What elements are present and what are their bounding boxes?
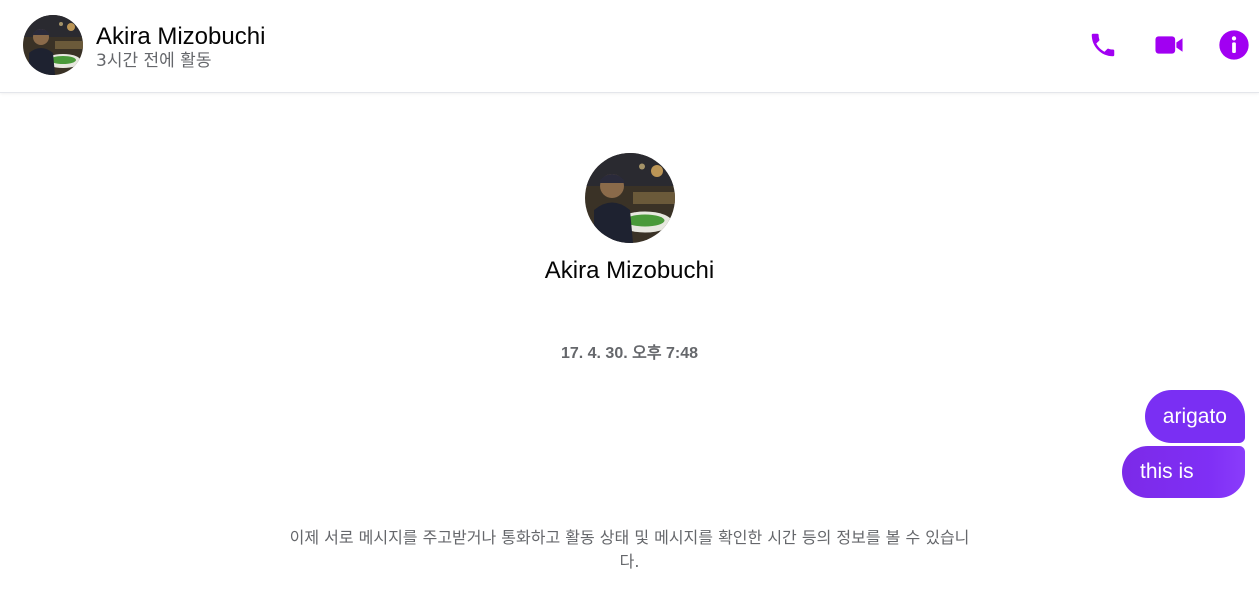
active-status: 3시간 전에 활동: [96, 51, 212, 71]
info-icon: [1219, 30, 1249, 60]
profile-photo: [585, 153, 675, 243]
profile-avatar: [585, 153, 675, 243]
connection-notice: 이제 서로 메시지를 주고받거나 통화하고 활동 상태 및 메시지를 확인한 시…: [289, 528, 970, 571]
phone-icon: [1091, 33, 1115, 57]
video-camera-icon: [1155, 36, 1183, 54]
profile-name: Akira Mizobuchi: [544, 257, 715, 284]
avatar-photo: [23, 15, 83, 75]
avatar[interactable]: [23, 15, 83, 75]
video-call-button[interactable]: [1152, 28, 1186, 62]
contact-name[interactable]: Akira Mizobuchi: [96, 22, 265, 52]
conversation-header: Akira Mizobuchi 3시간 전에 활동: [0, 0, 1259, 93]
sent-message-bubble[interactable]: this is: [1122, 446, 1245, 498]
call-button[interactable]: [1086, 28, 1120, 62]
message-timestamp: 17. 4. 30. 오후 7:48: [560, 345, 699, 362]
sent-message-bubble[interactable]: arigato: [1144, 390, 1245, 443]
info-button[interactable]: [1217, 28, 1251, 62]
